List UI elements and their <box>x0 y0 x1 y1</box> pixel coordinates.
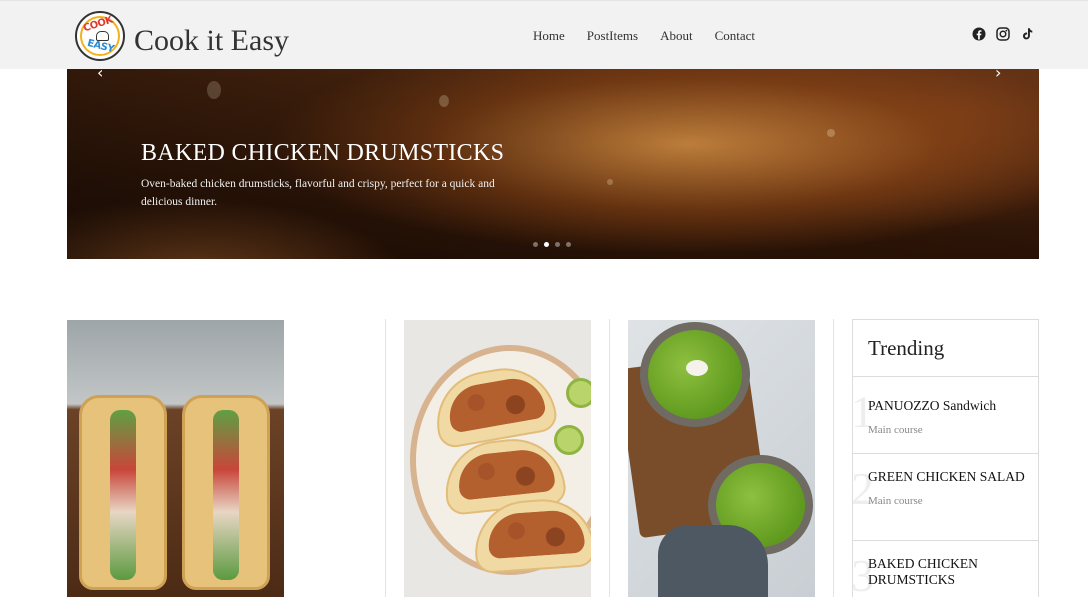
column-divider <box>385 319 386 597</box>
carousel-dot[interactable] <box>555 242 560 247</box>
hero-carousel[interactable]: ‹ › BAKED CHICKEN DRUMSTICKS Oven-baked … <box>67 69 1039 259</box>
nav-home[interactable]: Home <box>533 28 565 44</box>
carousel-next-icon[interactable]: › <box>995 69 1001 82</box>
trending-item[interactable]: 1 PANUOZZO Sandwich Main course <box>851 377 1038 454</box>
trending-item-title[interactable]: GREEN CHICKEN SALAD <box>868 469 1028 485</box>
main-nav: Home PostItems About Contact <box>533 28 777 44</box>
recipe-card-image-sandwich[interactable] <box>67 320 284 597</box>
column-divider <box>609 319 610 597</box>
recipe-card-image-tacos[interactable] <box>404 320 591 597</box>
instagram-icon[interactable] <box>996 27 1010 41</box>
hero-description: Oven-baked chicken drumsticks, flavorful… <box>141 178 495 208</box>
logo[interactable]: COOK EASY <box>75 11 125 61</box>
trending-item[interactable]: 3 BAKED CHICKEN DRUMSTICKS <box>851 541 1038 597</box>
sandwich-filling-right <box>213 410 239 580</box>
social-links <box>972 27 1034 41</box>
nav-contact[interactable]: Contact <box>715 28 755 44</box>
trending-item[interactable]: 2 GREEN CHICKEN SALAD Main course <box>851 454 1038 541</box>
carousel-dot[interactable] <box>533 242 538 247</box>
site-title[interactable]: Cook it Easy <box>134 23 289 59</box>
nav-postitems[interactable]: PostItems <box>587 28 638 44</box>
carousel-dot[interactable] <box>566 242 571 247</box>
carousel-indicators <box>533 242 571 247</box>
tiktok-icon[interactable] <box>1020 27 1034 41</box>
carousel-dot-active[interactable] <box>544 242 549 247</box>
sandwich-filling-left <box>110 410 136 580</box>
hero-title[interactable]: BAKED CHICKEN DRUMSTICKS <box>141 139 504 167</box>
column-divider <box>833 319 834 597</box>
trending-item-title[interactable]: BAKED CHICKEN DRUMSTICKS <box>868 556 1028 588</box>
navbar: COOK EASY Cook it Easy Home PostItems Ab… <box>0 0 1088 69</box>
trending-item-title[interactable]: PANUOZZO Sandwich <box>868 398 1028 414</box>
napkin <box>658 525 768 597</box>
recipe-card-image-green-soup[interactable] <box>628 320 815 597</box>
trending-heading: Trending <box>853 320 1038 377</box>
carousel-prev-icon[interactable]: ‹ <box>97 69 103 82</box>
nav-about[interactable]: About <box>660 28 693 44</box>
lime-wedge <box>554 425 584 455</box>
trending-item-category: Main course <box>868 495 923 507</box>
facebook-icon[interactable] <box>972 27 986 41</box>
soup-cream <box>686 360 708 376</box>
trending-panel: Trending 1 PANUOZZO Sandwich Main course… <box>851 319 1039 597</box>
lime-wedge <box>566 378 591 408</box>
trending-item-category: Main course <box>868 424 923 436</box>
